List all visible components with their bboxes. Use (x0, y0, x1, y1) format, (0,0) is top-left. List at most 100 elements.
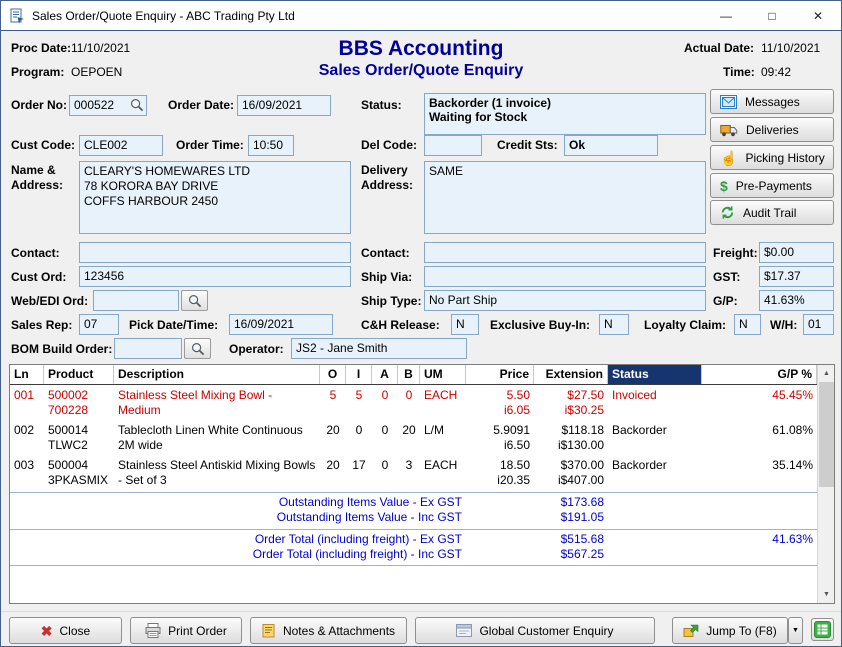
loyalty-claim-label: Loyalty Claim: (644, 318, 726, 333)
pre-payments-button[interactable]: $ Pre-Payments (710, 173, 834, 198)
close-label: Close (60, 624, 91, 638)
gp-field[interactable]: 41.63% (759, 290, 834, 311)
ch-release-field[interactable]: N (451, 314, 479, 335)
maximize-button[interactable]: □ (749, 1, 795, 30)
cell-um: EACH (420, 458, 466, 488)
name-address-field[interactable]: CLEARY'S HOMEWARES LTD 78 KORORA BAY DRI… (79, 161, 351, 234)
web-edi-search-button[interactable] (181, 290, 208, 311)
warehouse-value: 01 (808, 317, 821, 331)
warehouse-field[interactable]: 01 (803, 314, 834, 335)
name-address-line1: CLEARY'S HOMEWARES LTD (84, 164, 346, 179)
status-line2: Waiting for Stock (429, 110, 701, 124)
print-order-button[interactable]: Print Order (130, 617, 242, 644)
jump-to-button[interactable]: Jump To (F8) (672, 617, 788, 644)
global-customer-enquiry-button[interactable]: Global Customer Enquiry (415, 617, 655, 644)
extension-inc: i$130.00 (538, 438, 604, 453)
deliveries-truck-icon (720, 123, 738, 137)
gst-field[interactable]: $17.37 (759, 266, 834, 287)
contact-left-field[interactable] (79, 242, 351, 263)
exclusive-buy-in-field[interactable]: N (599, 314, 629, 335)
column-header-price[interactable]: Price (466, 365, 534, 384)
picking-history-button[interactable]: ☝ Picking History (710, 145, 834, 170)
notes-attachments-button[interactable]: Notes & Attachments (250, 617, 407, 644)
price-ex: 5.50 (470, 388, 530, 403)
bom-build-order-field[interactable] (114, 338, 182, 359)
extension-inc: i$407.00 (538, 473, 604, 488)
ship-type-field[interactable]: No Part Ship (424, 290, 706, 311)
cell-ln: 003 (10, 458, 44, 488)
jump-to-dropdown-button[interactable]: ▼ (788, 617, 803, 644)
order-time-field[interactable]: 10:50 (248, 135, 294, 156)
cell-gp: 61.08% (702, 423, 817, 453)
sales-rep-field[interactable]: 07 (79, 314, 119, 335)
close-button[interactable]: ✖ Close (9, 617, 122, 644)
freight-field[interactable]: $0.00 (759, 242, 834, 263)
column-header-a[interactable]: A (372, 365, 398, 384)
column-header-um[interactable]: UM (420, 365, 466, 384)
ship-via-field[interactable] (424, 266, 706, 287)
export-button[interactable] (811, 618, 834, 641)
product-code: 500014 (48, 423, 110, 438)
table-row[interactable]: 001 500002 700228 Stainless Steel Mixing… (10, 385, 817, 420)
enquiry-window-icon (456, 624, 472, 637)
cust-code-field[interactable]: CLE002 (79, 135, 163, 156)
order-no-search-icon[interactable] (130, 98, 144, 112)
order-date-label: Order Date: (168, 98, 234, 113)
del-code-field[interactable] (424, 135, 482, 156)
extension-inc: i$30.25 (538, 403, 604, 418)
column-header-b[interactable]: B (398, 365, 420, 384)
messages-icon (720, 95, 737, 109)
product-code: 500002 (48, 388, 110, 403)
loyalty-claim-field[interactable]: N (734, 314, 761, 335)
table-row[interactable]: 003 500004 3PKASMIX Stainless Steel Anti… (10, 455, 817, 490)
pick-date-time-field[interactable]: 16/09/2021 (229, 314, 333, 335)
column-header-i[interactable]: I (346, 365, 372, 384)
delivery-address-label: Delivery Address: (361, 163, 413, 193)
cell-description: Stainless Steel Mixing Bowl - Medium (114, 388, 320, 418)
cell-extension: $118.18 i$130.00 (534, 423, 608, 453)
cust-ord-field[interactable]: 123456 (79, 266, 351, 287)
delivery-address-field[interactable]: SAME (424, 161, 706, 234)
cell-ordered: 5 (320, 388, 346, 418)
operator-field[interactable]: JS2 - Jane Smith (291, 338, 467, 359)
dollar-icon: $ (720, 179, 728, 193)
scrollbar-thumb[interactable] (819, 382, 834, 487)
contact-right-label: Contact: (361, 246, 410, 261)
messages-button[interactable]: Messages (710, 89, 834, 114)
column-header-extension[interactable]: Extension (534, 365, 608, 384)
cell-allocated: 0 (372, 388, 398, 418)
column-header-status[interactable]: Status (608, 365, 702, 384)
deliveries-button[interactable]: Deliveries (710, 117, 834, 142)
vertical-scrollbar[interactable]: ▲ ▼ (817, 365, 834, 603)
column-header-product[interactable]: Product (44, 365, 114, 384)
table-header: Ln Product Description O I A B UM Price … (10, 365, 817, 385)
audit-trail-label: Audit Trail (743, 206, 796, 220)
order-no-value: 000522 (74, 98, 114, 112)
summary-gp: 41.63% (702, 532, 817, 547)
sales-rep-label: Sales Rep: (11, 318, 72, 333)
order-no-label: Order No: (11, 98, 67, 113)
summary-extension: $173.68 (534, 495, 608, 510)
web-edi-ord-field[interactable] (93, 290, 179, 311)
minimize-button[interactable]: — (703, 1, 749, 30)
table-row[interactable]: 002 500014 TLWC2 Tablecloth Linen White … (10, 420, 817, 455)
contact-right-field[interactable] (424, 242, 706, 263)
price-ex: 18.50 (470, 458, 530, 473)
search-icon (188, 294, 202, 308)
column-header-o[interactable]: O (320, 365, 346, 384)
pick-date-time-value: 16/09/2021 (234, 317, 294, 331)
audit-trail-button[interactable]: Audit Trail (710, 200, 834, 225)
credit-sts-field[interactable]: Ok (564, 135, 658, 156)
spacer (608, 510, 702, 525)
column-header-ln[interactable]: Ln (10, 365, 44, 384)
warehouse-label: W/H: (770, 318, 797, 333)
spacer (608, 495, 702, 510)
scroll-down-icon[interactable]: ▼ (818, 586, 835, 603)
scroll-up-icon[interactable]: ▲ (818, 365, 835, 382)
order-date-field[interactable]: 16/09/2021 (237, 95, 331, 116)
bom-search-button[interactable] (184, 338, 211, 359)
column-header-description[interactable]: Description (114, 365, 320, 384)
close-window-button[interactable]: ✕ (795, 1, 841, 30)
order-no-field[interactable]: 000522 (69, 95, 147, 116)
column-header-gp[interactable]: G/P % (702, 365, 817, 384)
